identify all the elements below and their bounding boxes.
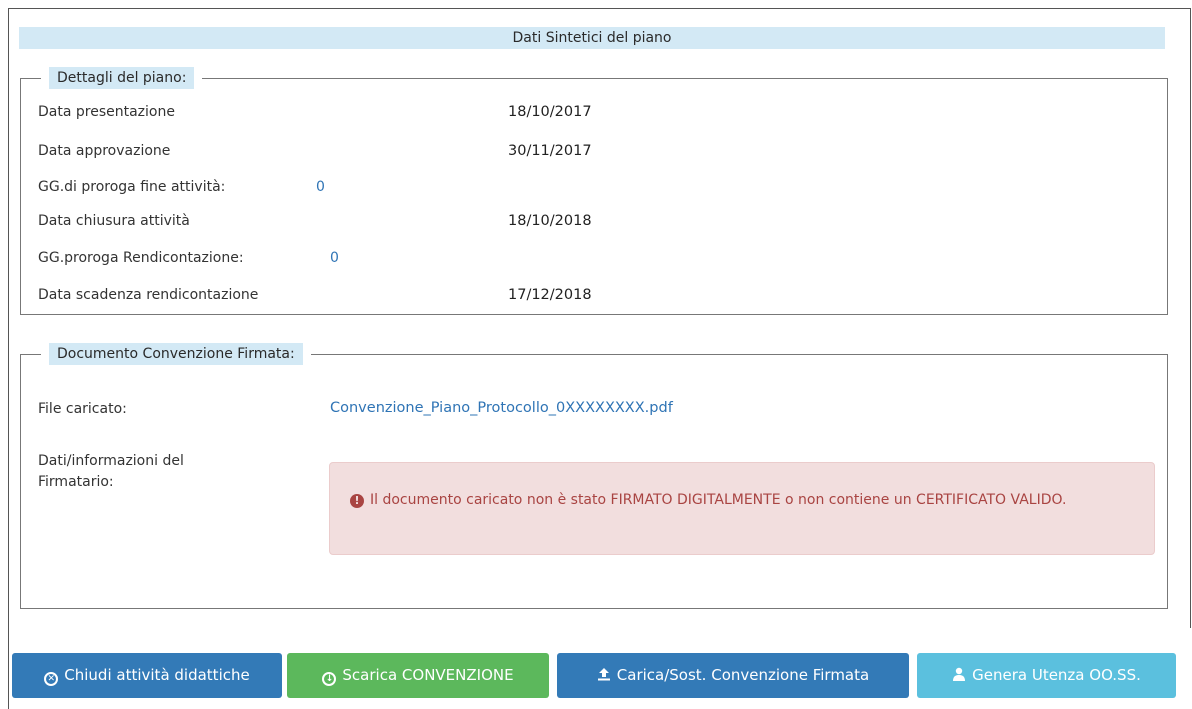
- file-uploaded-label: File caricato:: [38, 401, 127, 417]
- generate-user-label: Genera Utenza OO.SS.: [972, 666, 1141, 684]
- download-agreement-label: Scarica CONVENZIONE: [342, 666, 514, 684]
- value-gg-proroga-fine: 0: [316, 179, 325, 195]
- label-gg-proroga-fine: GG.di proroga fine attività:: [38, 179, 226, 195]
- value-data-approvazione: 30/11/2017: [508, 143, 592, 159]
- close-activities-button[interactable]: ✕ Chiudi attività didattiche: [12, 653, 282, 698]
- panel-left-border: [8, 628, 9, 709]
- alert-text-prefix: Il documento caricato: [370, 492, 527, 508]
- value-data-presentazione: 18/10/2017: [508, 104, 592, 120]
- uploaded-file-link[interactable]: Convenzione_Piano_Protocollo_0XXXXXXXX.p…: [330, 400, 673, 416]
- signer-info-label-line1: Dati/informazioni del: [38, 453, 184, 469]
- plan-details-legend: Dettagli del piano:: [41, 67, 202, 89]
- close-activities-label: Chiudi attività didattiche: [64, 666, 250, 684]
- value-gg-proroga-rendicontazione: 0: [330, 250, 339, 266]
- download-agreement-button[interactable]: ↓ Scarica CONVENZIONE: [287, 653, 549, 698]
- alert-text-middle: o: [780, 492, 799, 508]
- label-gg-proroga-rendicontazione: GG.proroga Rendicontazione:: [38, 250, 244, 266]
- circle-x-icon: ✕: [44, 672, 59, 686]
- exclamation-circle-icon: !: [350, 494, 364, 508]
- signer-info-label-line2: Firmatario:: [38, 474, 114, 490]
- upload-icon: [597, 653, 611, 698]
- alert-text-suffix: .: [1061, 492, 1067, 508]
- label-data-presentazione: Data presentazione: [38, 104, 175, 120]
- upload-signed-agreement-button[interactable]: Carica/Sost. Convenzione Firmata: [557, 653, 909, 698]
- label-data-scadenza: Data scadenza rendicontazione: [38, 287, 259, 303]
- value-data-chiusura: 18/10/2018: [508, 213, 592, 229]
- generate-user-button[interactable]: Genera Utenza OO.SS.: [917, 653, 1176, 698]
- circle-download-icon: ↓: [322, 672, 337, 686]
- page-title: Dati Sintetici del piano: [19, 27, 1165, 49]
- label-data-chiusura: Data chiusura attività: [38, 213, 190, 229]
- value-data-scadenza: 17/12/2018: [508, 287, 592, 303]
- alert-emphasis-not-signed: non è stato FIRMATO DIGITALMENTE: [526, 492, 781, 508]
- user-icon: [952, 653, 966, 698]
- signed-document-legend: Documento Convenzione Firmata:: [41, 343, 311, 365]
- label-data-approvazione: Data approvazione: [38, 143, 171, 159]
- signature-error-alert: ! Il documento caricato non è stato FIRMA…: [329, 462, 1155, 555]
- upload-signed-agreement-label: Carica/Sost. Convenzione Firmata: [616, 666, 870, 684]
- alert-emphasis-invalid-certificate: non contiene un CERTIFICATO VALIDO: [798, 492, 1062, 508]
